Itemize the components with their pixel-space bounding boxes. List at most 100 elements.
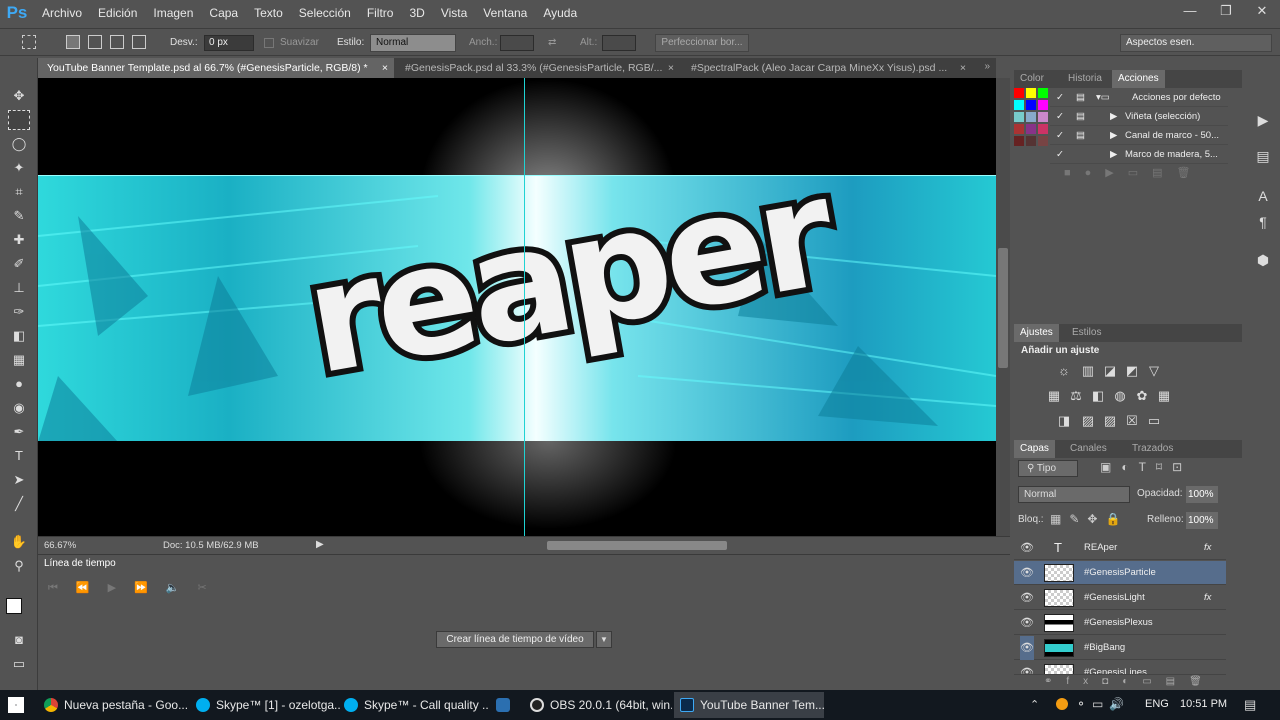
- tab-capas[interactable]: Capas: [1014, 440, 1055, 458]
- fill-input[interactable]: 100%: [1186, 512, 1218, 529]
- marquee-preset-icon[interactable]: [22, 35, 36, 49]
- workspace-select[interactable]: Aspectos esen.: [1120, 34, 1272, 52]
- horizontal-scroll-thumb[interactable]: [547, 541, 727, 550]
- channel-mixer-icon[interactable]: ✿: [1134, 389, 1150, 403]
- dialog-icon[interactable]: ▤: [1076, 88, 1085, 107]
- menu-3d[interactable]: 3D: [401, 0, 432, 26]
- menu-vista[interactable]: Vista: [433, 0, 475, 26]
- marquee-tool-icon[interactable]: [8, 110, 30, 130]
- eyedropper-icon[interactable]: ✎: [8, 206, 30, 226]
- swatch[interactable]: [1026, 112, 1036, 122]
- zoom-tool-icon[interactable]: ⚲: [8, 556, 30, 576]
- eye-icon[interactable]: 👁: [1020, 611, 1034, 635]
- swap-icon[interactable]: ⇄: [548, 35, 556, 51]
- swatch[interactable]: [1014, 88, 1024, 98]
- action-set-default[interactable]: ✓ ▤ ▾▭ Acciones por defecto: [1050, 88, 1228, 107]
- zoom-level[interactable]: 66.67%: [44, 540, 76, 551]
- foreground-color-swatch[interactable]: [6, 598, 22, 614]
- actions-toolbar[interactable]: ■●▶▭▤🗑: [1050, 166, 1228, 184]
- tab-spectral-pack[interactable]: #SpectralPack (Aleo Jacar Carpa MineXx Y…: [682, 58, 972, 78]
- paragraph-icon[interactable]: ¶: [1252, 212, 1274, 232]
- task-skype-1[interactable]: Skype™ [1] - ozelotga...: [190, 692, 340, 718]
- status-menu-icon[interactable]: ▶: [316, 539, 324, 550]
- expand-icon[interactable]: ▶: [1110, 126, 1117, 145]
- menu-ayuda[interactable]: Ayuda: [535, 0, 585, 26]
- photo-filter-icon[interactable]: ◍: [1112, 389, 1128, 403]
- invert-icon[interactable]: ◨: [1056, 414, 1072, 428]
- dialog-icon[interactable]: ▤: [1076, 126, 1085, 145]
- history-brush-icon[interactable]: ✑: [8, 302, 30, 322]
- eye-icon[interactable]: 👁: [1020, 561, 1034, 585]
- move-tool-icon[interactable]: ✥: [8, 86, 30, 106]
- tab-ajustes[interactable]: Ajustes: [1014, 324, 1059, 342]
- fx-icon[interactable]: fx: [1204, 536, 1211, 560]
- task-skype-2[interactable]: Skype™ - Call quality ...: [338, 692, 488, 718]
- menu-edicion[interactable]: Edición: [90, 0, 145, 26]
- layer-row-selected[interactable]: 👁 #GenesisParticle: [1014, 561, 1226, 585]
- layer-row[interactable]: 👁 T REAper fx: [1014, 536, 1226, 560]
- swatch[interactable]: [1014, 100, 1024, 110]
- posterize-icon[interactable]: ▨: [1080, 414, 1096, 428]
- guide-line[interactable]: [524, 78, 525, 536]
- type-tool-icon[interactable]: T: [8, 446, 30, 466]
- brightness-icon[interactable]: ☼: [1056, 364, 1072, 378]
- exposure-icon[interactable]: ◩: [1124, 364, 1140, 378]
- layer-row[interactable]: 👁 #GenesisPlexus: [1014, 611, 1226, 635]
- fx-icon[interactable]: fx: [1204, 586, 1211, 610]
- selective-color-icon[interactable]: ☒: [1124, 414, 1140, 428]
- tray-chevron-icon[interactable]: ⌃: [1030, 698, 1039, 711]
- gradient-tool-icon[interactable]: ▦: [8, 350, 30, 370]
- height-input[interactable]: [602, 35, 636, 51]
- expand-icon[interactable]: ▶: [1110, 107, 1117, 126]
- action-item[interactable]: ✓ ▤ ▶ Canal de marco - 50...: [1050, 126, 1228, 145]
- clone-stamp-icon[interactable]: ⊥: [8, 278, 30, 298]
- refine-edge-button[interactable]: Perfeccionar bor...: [655, 34, 749, 52]
- vertical-scroll-thumb[interactable]: [998, 248, 1008, 368]
- swatch[interactable]: [1038, 136, 1048, 146]
- task-photoshop[interactable]: YouTube Banner Tem...: [674, 692, 824, 718]
- language-indicator[interactable]: ENG: [1145, 698, 1169, 710]
- action-item[interactable]: ✓ ▤ ▶ Viñeta (selección): [1050, 107, 1228, 126]
- check-icon[interactable]: ✓: [1056, 126, 1064, 145]
- swatch[interactable]: [1038, 88, 1048, 98]
- task-obs[interactable]: OBS 20.0.1 (64bit, win...: [524, 692, 672, 718]
- blur-tool-icon[interactable]: ●: [8, 374, 30, 394]
- layer-row[interactable]: 👁 #BigBang: [1014, 636, 1226, 660]
- style-select[interactable]: Normal: [370, 34, 456, 52]
- add-selection-icon[interactable]: [88, 35, 102, 49]
- quick-mask-icon[interactable]: ◙: [8, 630, 30, 650]
- layer-filter-icons[interactable]: ▣◐T⌑⊡: [1100, 460, 1220, 474]
- color-lookup-icon[interactable]: ▦: [1156, 389, 1172, 403]
- swatch[interactable]: [1038, 112, 1048, 122]
- windows-start-icon[interactable]: [8, 697, 24, 713]
- expand-icon[interactable]: ▶: [1110, 145, 1117, 164]
- check-icon[interactable]: ✓: [1056, 88, 1064, 107]
- gradient-map-icon[interactable]: ▭: [1146, 414, 1162, 428]
- color-swatches[interactable]: [1014, 88, 1050, 166]
- swatch[interactable]: [1038, 124, 1048, 134]
- line-tool-icon[interactable]: ╱: [8, 494, 30, 514]
- task-chrome[interactable]: Nueva pestaña - Goo...: [38, 692, 188, 718]
- layer-row[interactable]: 👁 #GenesisLines: [1014, 661, 1226, 675]
- new-selection-icon[interactable]: [66, 35, 80, 49]
- swatch[interactable]: [1014, 124, 1024, 134]
- levels-icon[interactable]: ▥: [1080, 364, 1096, 378]
- magic-wand-icon[interactable]: ✦: [8, 158, 30, 178]
- feather-input[interactable]: 0 px: [204, 35, 254, 51]
- tab-acciones[interactable]: Acciones: [1112, 70, 1165, 88]
- menu-filtro[interactable]: Filtro: [359, 0, 402, 26]
- clock[interactable]: 10:51 PM: [1180, 698, 1227, 710]
- notification-icon[interactable]: [1056, 698, 1068, 710]
- brush-tool-icon[interactable]: ✐: [8, 254, 30, 274]
- menu-archivo[interactable]: Archivo: [34, 0, 90, 26]
- menu-seleccion[interactable]: Selección: [291, 0, 359, 26]
- healing-brush-icon[interactable]: ✚: [8, 230, 30, 250]
- check-icon[interactable]: ✓: [1056, 107, 1064, 126]
- timeline-title[interactable]: Línea de tiempo: [38, 555, 122, 573]
- eye-icon[interactable]: 👁: [1020, 661, 1034, 674]
- close-tab-icon[interactable]: ×: [382, 58, 388, 78]
- width-input[interactable]: [500, 35, 534, 51]
- subtract-selection-icon[interactable]: [110, 35, 124, 49]
- eye-icon[interactable]: 👁: [1020, 636, 1034, 660]
- document-canvas[interactable]: reaper: [38, 78, 996, 536]
